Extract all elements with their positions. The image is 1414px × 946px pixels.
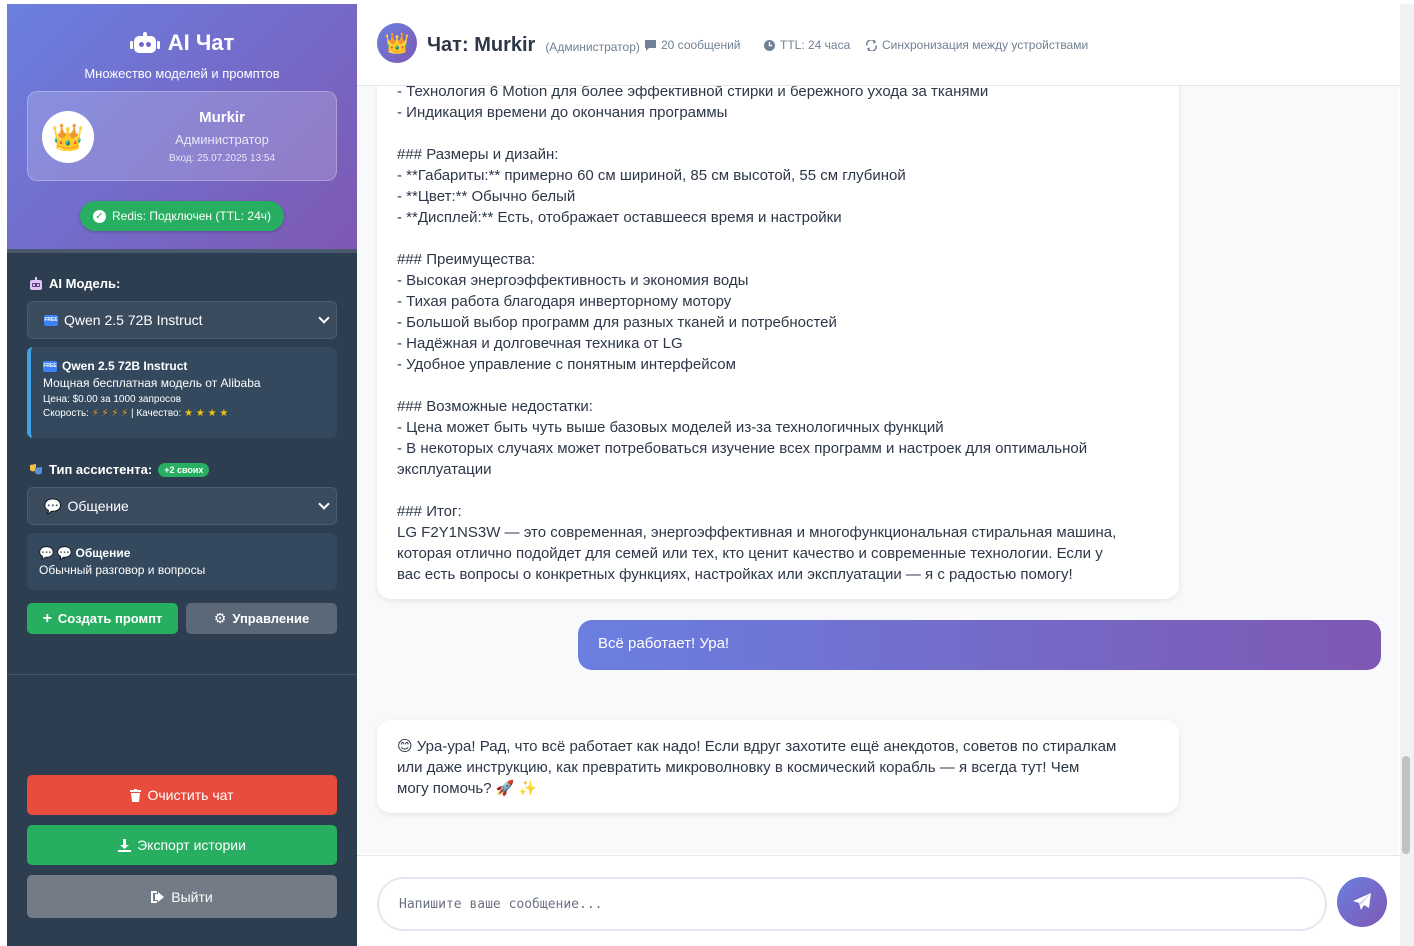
model-card-title: FREE Qwen 2.5 72B Instruct <box>43 359 337 373</box>
free-icon: FREE <box>43 360 57 372</box>
speech-bubble-icon: 💬 <box>44 497 62 514</box>
model-info-card: FREE Qwen 2.5 72B Instruct Мощная беспла… <box>27 347 337 438</box>
model-card-title-text: Qwen 2.5 72B Instruct <box>62 359 188 373</box>
user-card: 👑 Murkir Администратор Вход: 25.07.2025 … <box>27 91 337 181</box>
app-title-text: AI Чат <box>167 30 235 55</box>
assistant-message: - Технология 6 Motion для более эффектив… <box>377 86 1179 599</box>
gear-icon: ⚙ <box>213 610 227 626</box>
messages-area: - Технология 6 Motion для более эффектив… <box>357 86 1399 854</box>
model-card-price: Цена: $0.00 за 1000 запросов <box>43 394 182 405</box>
assistant-card-title: 💬 💬 Общение <box>39 546 131 560</box>
model-select-value: Qwen 2.5 72B Instruct <box>64 312 203 328</box>
export-history-label: Экспорт истории <box>137 837 246 853</box>
assistant-label: Тип ассистента: +2 своих <box>29 462 210 477</box>
assistant-select-value: Общение <box>67 498 129 514</box>
model-card-stats: Скорость: ⚡ ⚡ ⚡ ⚡ | Качество: ★ ★ ★ ★ <box>43 408 337 419</box>
sidebar: AI Чат Множество моделей и промптов 👑 Mu… <box>7 4 357 946</box>
avatar: 👑 <box>42 111 94 163</box>
clock-icon <box>764 39 775 51</box>
logout-button[interactable]: Выйти <box>27 875 337 918</box>
sidebar-header: AI Чат Множество моделей и промптов 👑 Mu… <box>7 4 357 253</box>
free-icon: FREE <box>44 314 58 326</box>
speed-label: Скорость: <box>43 408 89 419</box>
chat-header: 👑 Чат: Murkir (Администратор) 20 сообщен… <box>357 4 1407 86</box>
user-name: Murkir <box>199 109 245 126</box>
assistant-card-description: Обычный разговор и вопросы <box>39 563 206 577</box>
sync-icon <box>866 39 877 51</box>
create-prompt-label: Создать промпт <box>57 611 163 626</box>
paper-plane-icon <box>1353 893 1371 910</box>
sync-text: Синхронизация между устройствами <box>882 38 1089 52</box>
chevron-down-icon <box>318 498 330 510</box>
scrollbar-thumb[interactable] <box>1402 756 1410 854</box>
plus-icon: + <box>42 609 52 627</box>
robot-face-icon <box>30 276 42 290</box>
chat-user-role: (Администратор) <box>545 40 640 54</box>
user-message: Всё работает! Ура! <box>578 620 1381 670</box>
robot-icon <box>129 32 160 54</box>
sidebar-divider <box>7 674 357 675</box>
create-prompt-button[interactable]: + Создать промпт <box>27 603 178 634</box>
download-icon <box>118 838 132 852</box>
speed-rating-icons: ⚡ ⚡ ⚡ ⚡ <box>91 408 129 419</box>
logout-label: Выйти <box>171 888 213 905</box>
check-circle-icon: ✓ <box>93 209 106 223</box>
model-label-text: AI Модель: <box>49 276 121 291</box>
sync-info: Синхронизация между устройствами <box>866 38 1088 52</box>
redis-status-text: Redis: Подключен (TTL: 24ч) <box>112 209 271 223</box>
ttl-info: TTL: 24 часа <box>764 38 850 52</box>
input-area <box>357 855 1400 946</box>
manage-label: Управление <box>232 611 310 626</box>
model-card-description: Мощная бесплатная модель от Alibaba <box>43 376 261 390</box>
assistant-message: 😊 Ура-ура! Рад, что всё работает как над… <box>377 720 1179 813</box>
manage-button[interactable]: ⚙ Управление <box>186 603 337 634</box>
messages-count: 20 сообщений <box>645 38 740 52</box>
chat-title: Чат: Murkir (Администратор) <box>427 34 640 57</box>
ttl-text: TTL: 24 часа <box>780 38 851 52</box>
messages-count-text: 20 сообщений <box>661 38 741 52</box>
chat-avatar: 👑 <box>377 23 417 63</box>
assistant-label-text: Тип ассистента: <box>49 462 153 477</box>
assistant-select[interactable]: 💬 Общение <box>27 487 337 525</box>
model-select[interactable]: FREE Qwen 2.5 72B Instruct <box>27 301 337 339</box>
quality-rating-icons: ★ ★ ★ ★ <box>184 408 229 419</box>
model-label: AI Модель: <box>29 276 120 291</box>
assistant-info-card: 💬 💬 Общение Обычный разговор и вопросы <box>27 533 337 590</box>
clear-chat-button[interactable]: Очистить чат <box>27 775 337 815</box>
trash-icon <box>130 788 142 802</box>
theater-masks-icon <box>30 463 42 474</box>
user-login-time: Вход: 25.07.2025 13:54 <box>168 153 276 164</box>
custom-prompts-badge: +2 своих <box>158 462 210 477</box>
export-history-button[interactable]: Экспорт истории <box>27 825 337 865</box>
quality-label: | Качество: <box>130 408 182 419</box>
window-edge <box>0 0 7 946</box>
comment-icon <box>645 39 656 51</box>
sign-out-icon <box>151 890 165 903</box>
app-subtitle: Множество моделей и промптов <box>84 66 280 81</box>
send-button[interactable] <box>1337 877 1387 927</box>
chat-title-text: Чат: Murkir <box>427 34 536 56</box>
user-role: Администратор <box>175 132 269 147</box>
message-input[interactable] <box>377 877 1327 931</box>
redis-status-badge: ✓ Redis: Подключен (TTL: 24ч) <box>80 201 284 231</box>
chevron-down-icon <box>318 312 330 324</box>
clear-chat-label: Очистить чат <box>147 787 234 803</box>
app-title: AI Чат <box>7 30 357 56</box>
